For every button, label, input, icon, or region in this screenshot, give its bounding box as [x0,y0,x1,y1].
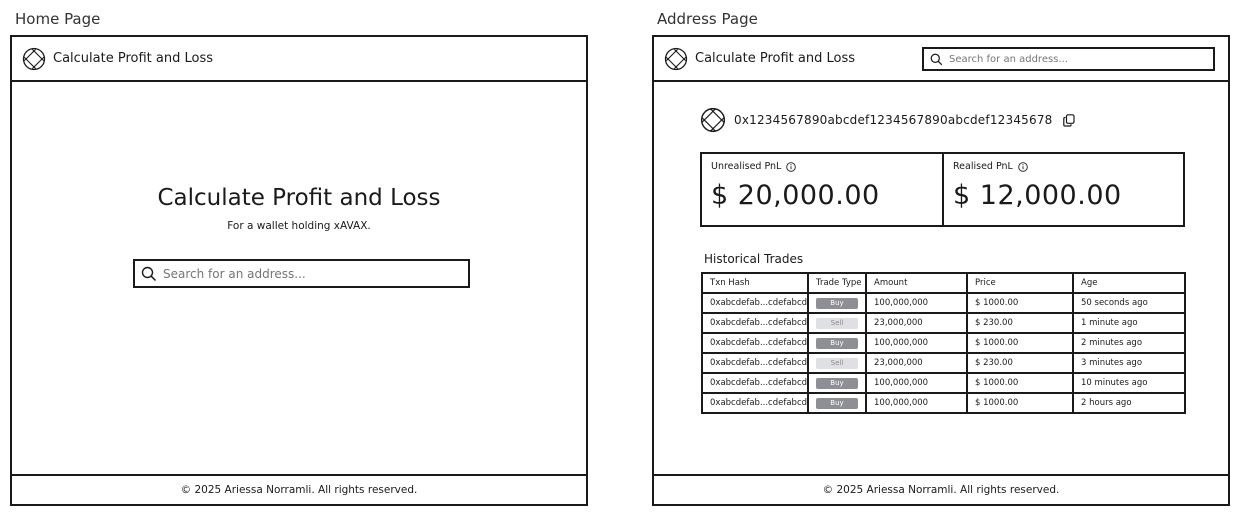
column-header-txn-hash: Txn Hash [701,272,809,294]
home-page-frame: Calculate Profit and Loss Calculate Prof… [10,35,588,506]
trade-type-badge: Buy [816,377,858,389]
price: $ 1000.00 [966,332,1074,354]
address-page-label: Address Page [657,10,758,28]
price: $ 230.00 [966,352,1074,374]
amount: 100,000,000 [865,292,968,314]
age: 3 minutes ago [1072,352,1186,374]
txn-hash[interactable]: 0xabcdefab...cdefabcd [701,352,809,374]
trade-type-badge: Buy [816,297,858,309]
logo-icon[interactable] [664,47,688,71]
realised-pnl-label: Realised PnL [953,161,1013,172]
age: 10 minutes ago [1072,372,1186,394]
table-row[interactable]: 0xabcdefab...cdefabcd Buy 100,000,000 $ … [701,392,1186,414]
home-search-box[interactable] [133,259,470,288]
hero-subtitle: For a wallet holding xAVAX. [227,220,371,232]
txn-hash[interactable]: 0xabcdefab...cdefabcd [701,312,809,334]
address-footer: © 2025 Ariessa Norramli. All rights rese… [654,474,1228,504]
trade-type-badge: Sell [816,317,858,329]
txn-hash[interactable]: 0xabcdefab...cdefabcd [701,332,809,354]
logo-icon[interactable] [22,47,46,71]
age: 2 minutes ago [1072,332,1186,354]
address-page-frame: Calculate Profit and Loss 0x1234567890ab… [652,35,1230,506]
home-page-label: Home Page [15,10,101,28]
amount: 100,000,000 [865,392,968,414]
trades-table: Txn Hash Trade Type Amount Price Age 0xa… [701,272,1186,414]
hero-title: Calculate Profit and Loss [157,185,441,211]
txn-hash[interactable]: 0xabcdefab...cdefabcd [701,292,809,314]
wallet-address: 0x1234567890abcdef1234567890abcdef123456… [734,113,1053,127]
amount: 100,000,000 [865,332,968,354]
age: 50 seconds ago [1072,292,1186,314]
table-row[interactable]: 0xabcdefab...cdefabcd Sell 23,000,000 $ … [701,312,1186,334]
trade-type-badge: Buy [816,337,858,349]
age: 1 minute ago [1072,312,1186,334]
search-input[interactable] [949,53,1213,65]
unrealised-pnl-card: Unrealised PnL $ 20,000.00 [700,152,944,227]
price: $ 230.00 [966,312,1074,334]
table-row[interactable]: 0xabcdefab...cdefabcd Sell 23,000,000 $ … [701,352,1186,374]
table-row[interactable]: 0xabcdefab...cdefabcd Buy 100,000,000 $ … [701,292,1186,314]
brand-title[interactable]: Calculate Profit and Loss [695,51,855,66]
table-header-row: Txn Hash Trade Type Amount Price Age [701,272,1186,294]
table-row[interactable]: 0xabcdefab...cdefabcd Buy 100,000,000 $ … [701,372,1186,394]
info-icon[interactable] [1018,161,1028,172]
brand-title[interactable]: Calculate Profit and Loss [53,51,213,66]
price: $ 1000.00 [966,292,1074,314]
txn-hash[interactable]: 0xabcdefab...cdefabcd [701,372,809,394]
header-search-box[interactable] [922,47,1215,71]
info-icon[interactable] [786,161,797,172]
column-header-trade-type: Trade Type [807,272,867,294]
column-header-age: Age [1072,272,1186,294]
age: 2 hours ago [1072,392,1186,414]
column-header-amount: Amount [865,272,968,294]
unrealised-pnl-value: $ 20,000.00 [711,180,880,211]
historical-trades-title: Historical Trades [704,252,804,266]
trade-type-badge: Sell [816,357,858,369]
copy-icon[interactable] [1062,113,1075,127]
realised-pnl-value: $ 12,000.00 [953,180,1122,211]
amount: 23,000,000 [865,312,968,334]
price: $ 1000.00 [966,392,1074,414]
column-header-price: Price [966,272,1074,294]
home-footer: © 2025 Ariessa Norramli. All rights rese… [12,474,586,504]
realised-pnl-card: Realised PnL $ 12,000.00 [942,152,1185,227]
txn-hash[interactable]: 0xabcdefab...cdefabcd [701,392,809,414]
trade-type-badge: Buy [816,397,858,409]
table-row[interactable]: 0xabcdefab...cdefabcd Buy 100,000,000 $ … [701,332,1186,354]
address-header: Calculate Profit and Loss [654,37,1228,82]
search-input[interactable] [163,266,468,281]
price: $ 1000.00 [966,372,1074,394]
search-icon [141,266,157,282]
unrealised-pnl-label: Unrealised PnL [711,161,782,172]
amount: 100,000,000 [865,372,968,394]
amount: 23,000,000 [865,352,968,374]
home-header: Calculate Profit and Loss [12,37,586,82]
wallet-avatar-icon [700,107,726,133]
search-icon [930,53,943,66]
wallet-address-row: 0x1234567890abcdef1234567890abcdef123456… [700,107,1075,133]
